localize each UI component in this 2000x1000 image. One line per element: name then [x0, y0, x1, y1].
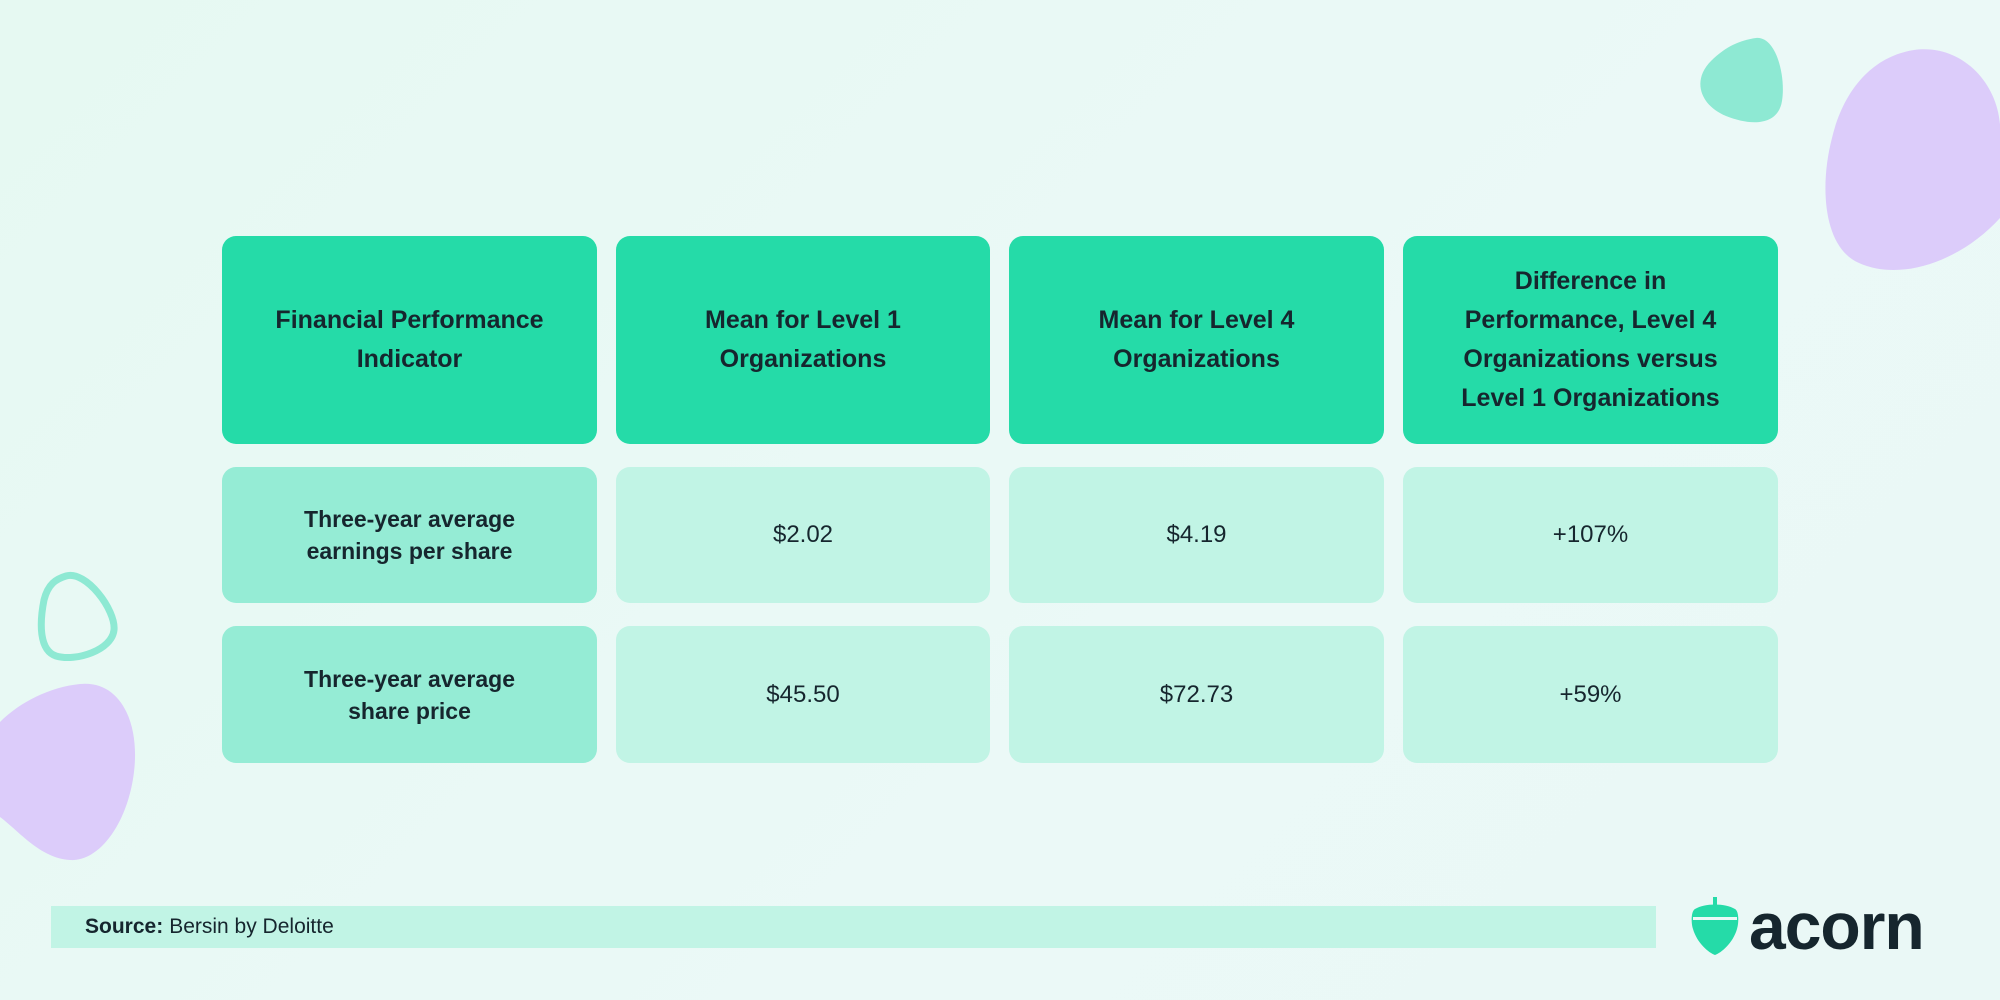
row2-indicator-text: Three-year average share price: [304, 665, 515, 724]
row2-level4: $72.73: [1009, 626, 1384, 763]
row1-level4: $4.19: [1009, 467, 1384, 603]
header-level4: Mean for Level 4 Organizations: [1009, 236, 1384, 444]
header-level1: Mean for Level 1 Organizations: [616, 236, 990, 444]
decorative-purple-blob-top: [1825, 49, 2000, 271]
row2-level1-text: $45.50: [766, 680, 840, 708]
row2-indicator: Three-year average share price: [222, 626, 597, 763]
decorative-purple-blob-bottom: [0, 683, 136, 861]
row2-level1: $45.50: [616, 626, 990, 763]
acorn-icon: [1691, 897, 1739, 955]
row1-level1: $2.02: [616, 467, 990, 603]
acorn-logo: acorn: [1691, 889, 1925, 963]
decorative-ring: [37, 572, 118, 661]
row1-level4-text: $4.19: [1166, 521, 1227, 548]
header-indicator-text: Financial Performance Indicator: [275, 306, 544, 373]
row2-difference-text: +59%: [1559, 680, 1622, 708]
header-difference-text: Difference in Performance, Level 4 Organ…: [1461, 267, 1720, 412]
row1-indicator: Three-year average earnings per share: [222, 467, 597, 603]
source-bar: Source: Bersin by Deloitte: [51, 906, 1656, 948]
header-difference: Difference in Performance, Level 4 Organ…: [1403, 236, 1778, 444]
row2-difference: +59%: [1403, 626, 1778, 763]
header-level4-text: Mean for Level 4 Organizations: [1098, 306, 1295, 373]
row1-difference: +107%: [1403, 467, 1778, 603]
header-level1-text: Mean for Level 1 Organizations: [705, 306, 901, 373]
source-label: Source:: [85, 915, 164, 938]
decorative-teal-blob: [1700, 37, 1783, 123]
source-text: Bersin by Deloitte: [169, 915, 334, 938]
row1-indicator-text: Three-year average earnings per share: [304, 506, 515, 564]
header-indicator: Financial Performance Indicator: [222, 236, 597, 444]
logo-text: acorn: [1749, 889, 1925, 963]
row1-level1-text: $2.02: [772, 521, 834, 548]
row1-difference-text: +107%: [1552, 521, 1629, 548]
row2-level4-text: $72.73: [1159, 680, 1234, 708]
